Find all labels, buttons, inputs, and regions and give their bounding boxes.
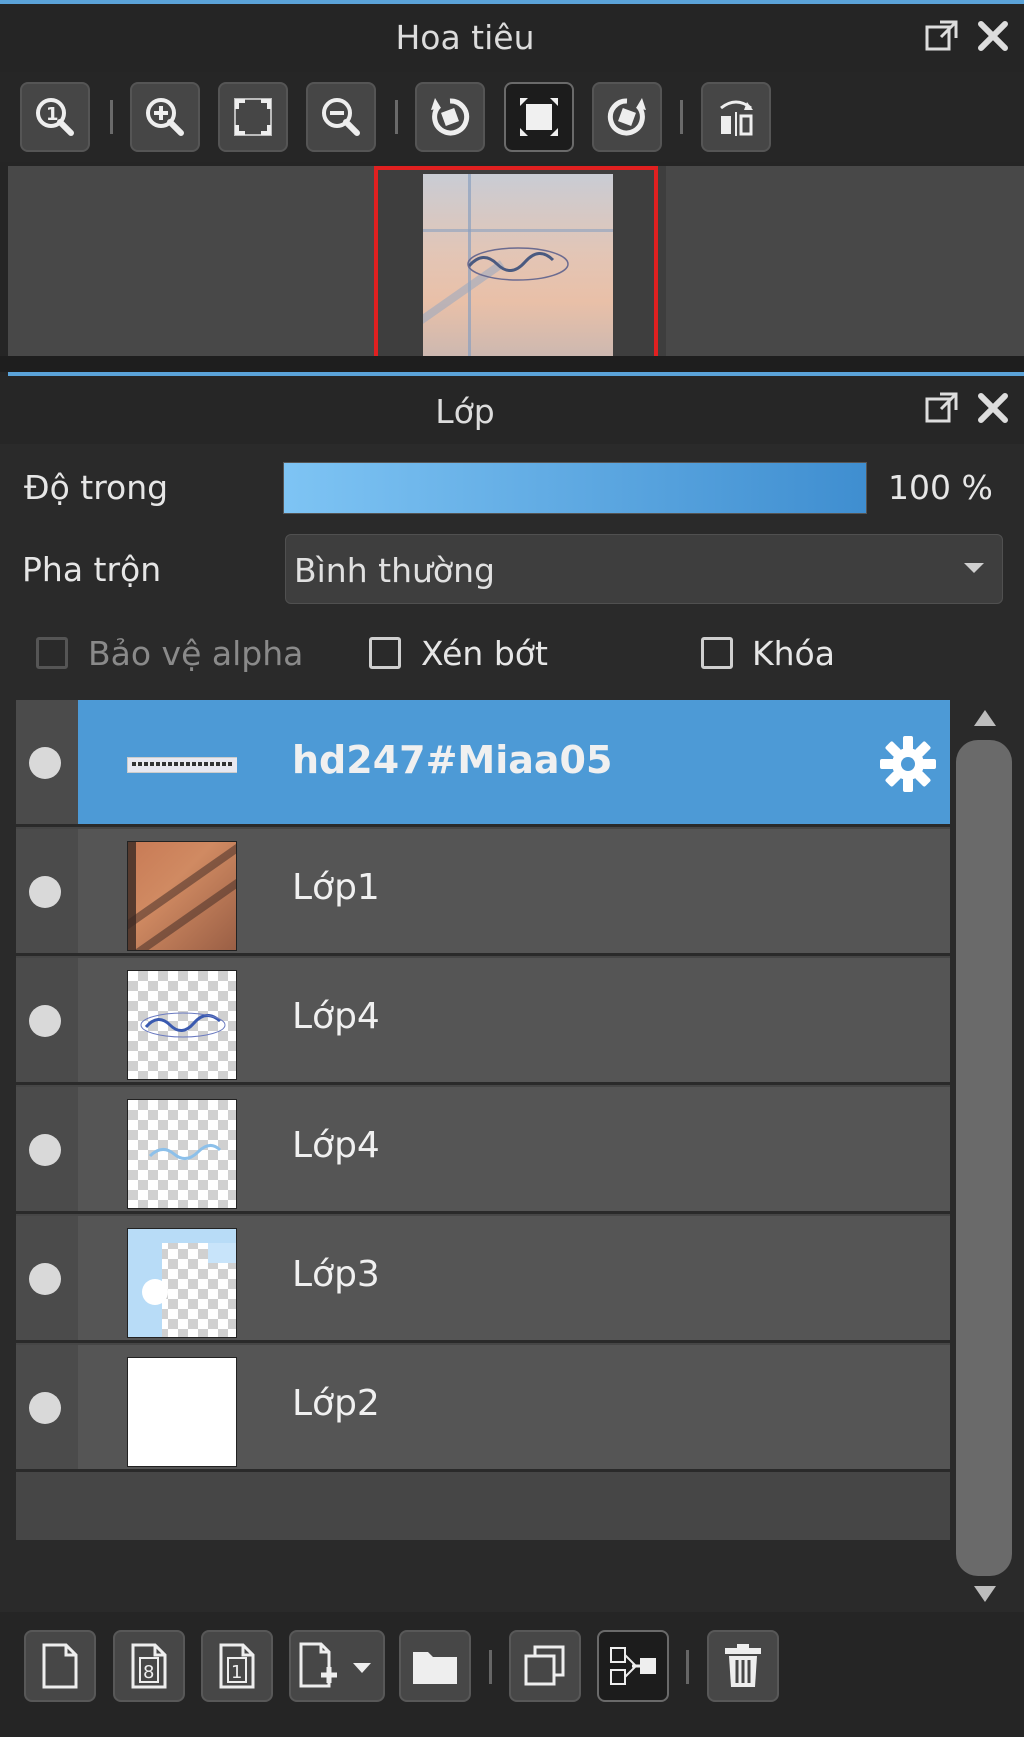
protect-alpha-checkbox[interactable]: [36, 637, 68, 669]
protect-alpha-label: Bảo vệ alpha: [88, 634, 304, 673]
zoom-out-button[interactable]: [306, 82, 376, 152]
zoom-in-icon: [146, 98, 184, 136]
visibility-dot-icon: [29, 1134, 61, 1166]
panel-divider[interactable]: [0, 356, 1024, 372]
opacity-label: Độ trong: [24, 468, 169, 507]
delete-layer-icon: [725, 1644, 761, 1687]
layer-thumbnail: [127, 1357, 237, 1467]
layers-panel: Lớp Độ trong 100 % Pha trộn Bình thường …: [0, 372, 1024, 1737]
merge-down-button[interactable]: [597, 1630, 669, 1702]
layer-row[interactable]: Lớp3: [16, 1216, 950, 1343]
blend-label: Pha trộn: [22, 550, 162, 589]
layer-name: Lớp2: [292, 1383, 380, 1424]
visibility-dot-icon: [29, 1005, 61, 1037]
opacity-slider-fill: [284, 463, 866, 513]
layer-thumbnail: [127, 1228, 237, 1338]
close-icon[interactable]: [973, 388, 1013, 428]
new-folder-button[interactable]: [399, 1630, 471, 1702]
svg-text:1: 1: [46, 104, 59, 125]
layer-name: Lớp1: [292, 867, 380, 908]
scroll-down-arrow-icon[interactable]: [972, 1584, 998, 1604]
new-1bit-layer-icon: 1: [219, 1643, 255, 1689]
svg-text:8: 8: [143, 1662, 154, 1683]
fullscreen-icon: [520, 98, 558, 136]
add-layer-menu-icon: [299, 1642, 371, 1688]
layer-row[interactable]: Lớp1: [16, 829, 950, 956]
layers-title: Lớp: [435, 392, 495, 431]
visibility-dot-icon: [29, 876, 61, 908]
blend-mode-value: Bình thường: [294, 551, 495, 590]
layer-thumbnail: [127, 841, 237, 951]
panel-accent-bar: [8, 372, 1024, 376]
zoom-in-button[interactable]: [130, 82, 200, 152]
svg-text:1: 1: [231, 1662, 242, 1683]
navigator-preview[interactable]: [8, 166, 1024, 356]
rotate-left-icon: [431, 98, 470, 136]
popout-icon[interactable]: [922, 16, 962, 56]
zoom-actual-button[interactable]: 1: [20, 82, 90, 152]
add-layer-menu-button[interactable]: [289, 1630, 385, 1702]
blend-mode-select[interactable]: Bình thường: [285, 534, 1003, 604]
duplicate-layer-button[interactable]: [509, 1630, 581, 1702]
layer-name: Lớp3: [292, 1254, 380, 1295]
layer-thumbnail: [127, 712, 237, 816]
visibility-toggle[interactable]: [16, 1345, 78, 1469]
opacity-value: 100 %: [888, 468, 993, 507]
zoom-actual-icon: 1: [36, 98, 74, 136]
visibility-toggle[interactable]: [16, 1216, 78, 1340]
layer-name: Lớp4: [292, 1125, 380, 1166]
rotate-left-button[interactable]: [415, 82, 485, 152]
fit-screen-icon: [234, 98, 272, 136]
layer-scrollbar[interactable]: [956, 700, 1012, 1612]
flip-horizontal-button[interactable]: [701, 82, 771, 152]
delete-layer-button[interactable]: [707, 1630, 779, 1702]
new-folder-icon: [413, 1652, 457, 1684]
navigator-title: Hoa tiêu: [395, 18, 535, 57]
layer-name: Lớp4: [292, 996, 380, 1037]
navigator-panel: Hoa tiêu 1: [0, 0, 1024, 364]
new-8bit-layer-icon: 8: [131, 1643, 167, 1689]
layer-settings-gear-icon[interactable]: [878, 734, 938, 794]
fit-screen-button[interactable]: [218, 82, 288, 152]
visibility-dot-icon: [29, 1392, 61, 1424]
opacity-slider[interactable]: [283, 462, 867, 514]
layer-bottom-toolbar: 8 1: [0, 1612, 1024, 1737]
rotate-right-icon: [607, 98, 646, 136]
clipping-label: Xén bớt: [421, 634, 548, 673]
visibility-dot-icon: [29, 747, 61, 779]
visibility-toggle[interactable]: [16, 1087, 78, 1211]
chevron-down-icon: [964, 563, 984, 573]
visibility-toggle[interactable]: [16, 958, 78, 1082]
layer-row[interactable]: Lớp4: [16, 1087, 950, 1214]
scrollbar-thumb[interactable]: [956, 740, 1012, 1576]
navigator-toolbar: 1: [0, 72, 1024, 162]
layer-row[interactable]: hd247#Miaa05: [16, 700, 950, 827]
duplicate-layer-icon: [524, 1645, 565, 1686]
layer-thumbnail: [127, 1099, 237, 1209]
visibility-toggle[interactable]: [16, 700, 78, 824]
zoom-out-icon: [322, 98, 360, 136]
clipping-checkbox[interactable]: [369, 637, 401, 669]
layer-name: hd247#Miaa05: [292, 738, 613, 782]
fullscreen-button[interactable]: [504, 82, 574, 152]
layer-row[interactable]: Lớp4: [16, 958, 950, 1085]
popout-icon[interactable]: [922, 388, 962, 428]
rotate-right-button[interactable]: [592, 82, 662, 152]
new-1bit-layer-button[interactable]: 1: [201, 1630, 273, 1702]
lock-label: Khóa: [752, 634, 835, 673]
panel-accent-bar: [0, 0, 1024, 4]
lock-checkbox[interactable]: [701, 637, 733, 669]
merge-down-icon: [610, 1647, 656, 1685]
visibility-toggle[interactable]: [16, 829, 78, 953]
view-frame[interactable]: [374, 166, 658, 356]
layer-row[interactable]: Lớp2: [16, 1345, 950, 1472]
visibility-dot-icon: [29, 1263, 61, 1295]
scroll-up-arrow-icon[interactable]: [972, 708, 998, 728]
layer-thumbnail: [127, 970, 237, 1080]
new-8bit-layer-button[interactable]: 8: [113, 1630, 185, 1702]
flip-horizontal-icon: [720, 100, 753, 136]
new-layer-icon: [42, 1643, 78, 1689]
close-icon[interactable]: [973, 16, 1013, 56]
new-layer-button[interactable]: [24, 1630, 96, 1702]
